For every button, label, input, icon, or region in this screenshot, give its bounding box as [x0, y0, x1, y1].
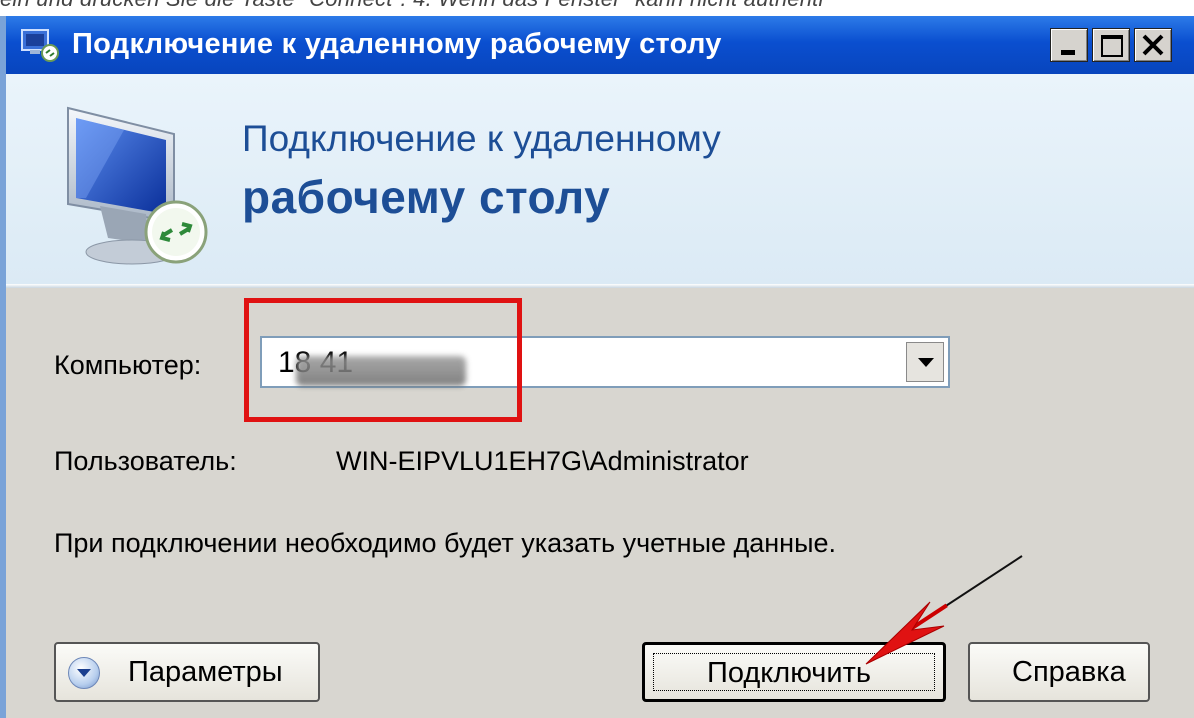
- connect-button-label: Подключить: [707, 657, 872, 689]
- banner-divider: [6, 284, 1194, 288]
- help-button-label: Справка: [1012, 656, 1126, 688]
- options-button[interactable]: Параметры: [54, 642, 320, 702]
- banner-title-line2: рабочему столу: [242, 171, 611, 223]
- background-page-text: ein und drücken Sie die Taste "Connect".…: [0, 0, 1194, 16]
- rdp-app-icon: [21, 29, 59, 62]
- close-icon: [1142, 34, 1164, 56]
- maximize-button[interactable]: [1092, 28, 1130, 62]
- close-button[interactable]: [1134, 28, 1172, 62]
- background-page-text-line: ein und drücken Sie die Taste "Connect".…: [0, 0, 824, 12]
- credentials-info-text: При подключении необходимо будет указать…: [54, 528, 837, 558]
- computer-label: Компьютер:: [54, 350, 202, 380]
- user-label: Пользователь:: [54, 446, 237, 476]
- help-button[interactable]: Справка: [968, 642, 1150, 702]
- window-title: Подключение к удаленному рабочему столу: [72, 28, 722, 60]
- remote-desktop-monitor-icon: [67, 106, 208, 265]
- expand-chevron-icon: [68, 657, 100, 689]
- chevron-down-icon[interactable]: [906, 342, 944, 382]
- connect-button[interactable]: Подключить: [642, 642, 946, 702]
- rdp-window: Подключение к удаленному рабочему столу: [0, 16, 1194, 718]
- header-banner: Подключение к удаленному рабочему столу: [6, 74, 1194, 284]
- title-bar[interactable]: Подключение к удаленному рабочему столу: [6, 16, 1194, 75]
- minimize-button[interactable]: [1050, 28, 1088, 62]
- banner-title-line1: Подключение к удаленному: [242, 118, 721, 159]
- annotation-highlight-box: [244, 298, 522, 422]
- user-value: WIN-EIPVLU1EH7G\Administrator: [336, 446, 749, 476]
- options-button-label: Параметры: [128, 656, 283, 688]
